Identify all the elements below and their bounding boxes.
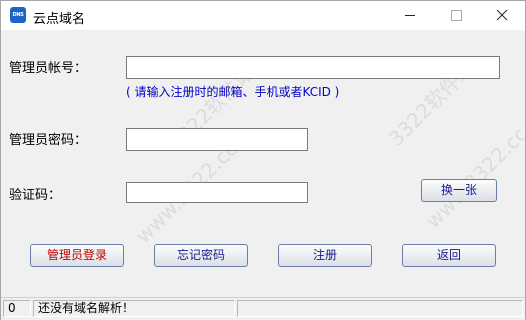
maximize-icon <box>451 10 462 21</box>
admin-login-button[interactable]: 管理员登录 <box>30 244 124 267</box>
captcha-label: 验证码： <box>9 188 62 203</box>
account-hint: ( 请输入注册时的邮箱、手机或者KCID ) <box>126 85 340 99</box>
minimize-button[interactable] <box>387 1 433 30</box>
minimize-icon <box>405 15 415 16</box>
status-message: 还没有域名解析！ <box>33 300 235 317</box>
window-title: 云点域名 <box>33 12 86 27</box>
back-button[interactable]: 返回 <box>402 244 496 267</box>
captcha-input[interactable] <box>126 182 308 203</box>
status-bar: 0 还没有域名解析！ <box>1 297 525 320</box>
close-button[interactable] <box>479 1 525 30</box>
app-window: DNS 云点域名 3322软件站 www.3322.cc 3322软件站 www… <box>0 0 526 320</box>
status-empty-panel <box>237 300 523 317</box>
refresh-captcha-button[interactable]: 换一张 <box>421 179 497 202</box>
password-input[interactable] <box>126 128 308 151</box>
watermark-text: www.3322.cc <box>421 122 526 233</box>
password-label: 管理员密码： <box>9 133 88 148</box>
forgot-password-button[interactable]: 忘记密码 <box>154 244 248 267</box>
status-count: 0 <box>3 300 31 317</box>
title-bar[interactable]: DNS 云点域名 <box>1 1 525 30</box>
register-button[interactable]: 注册 <box>278 244 372 267</box>
account-input[interactable] <box>126 56 500 79</box>
account-label: 管理员帐号： <box>9 61 88 76</box>
maximize-button[interactable] <box>433 1 479 30</box>
app-logo-icon: DNS <box>10 7 26 23</box>
close-icon <box>496 9 508 21</box>
